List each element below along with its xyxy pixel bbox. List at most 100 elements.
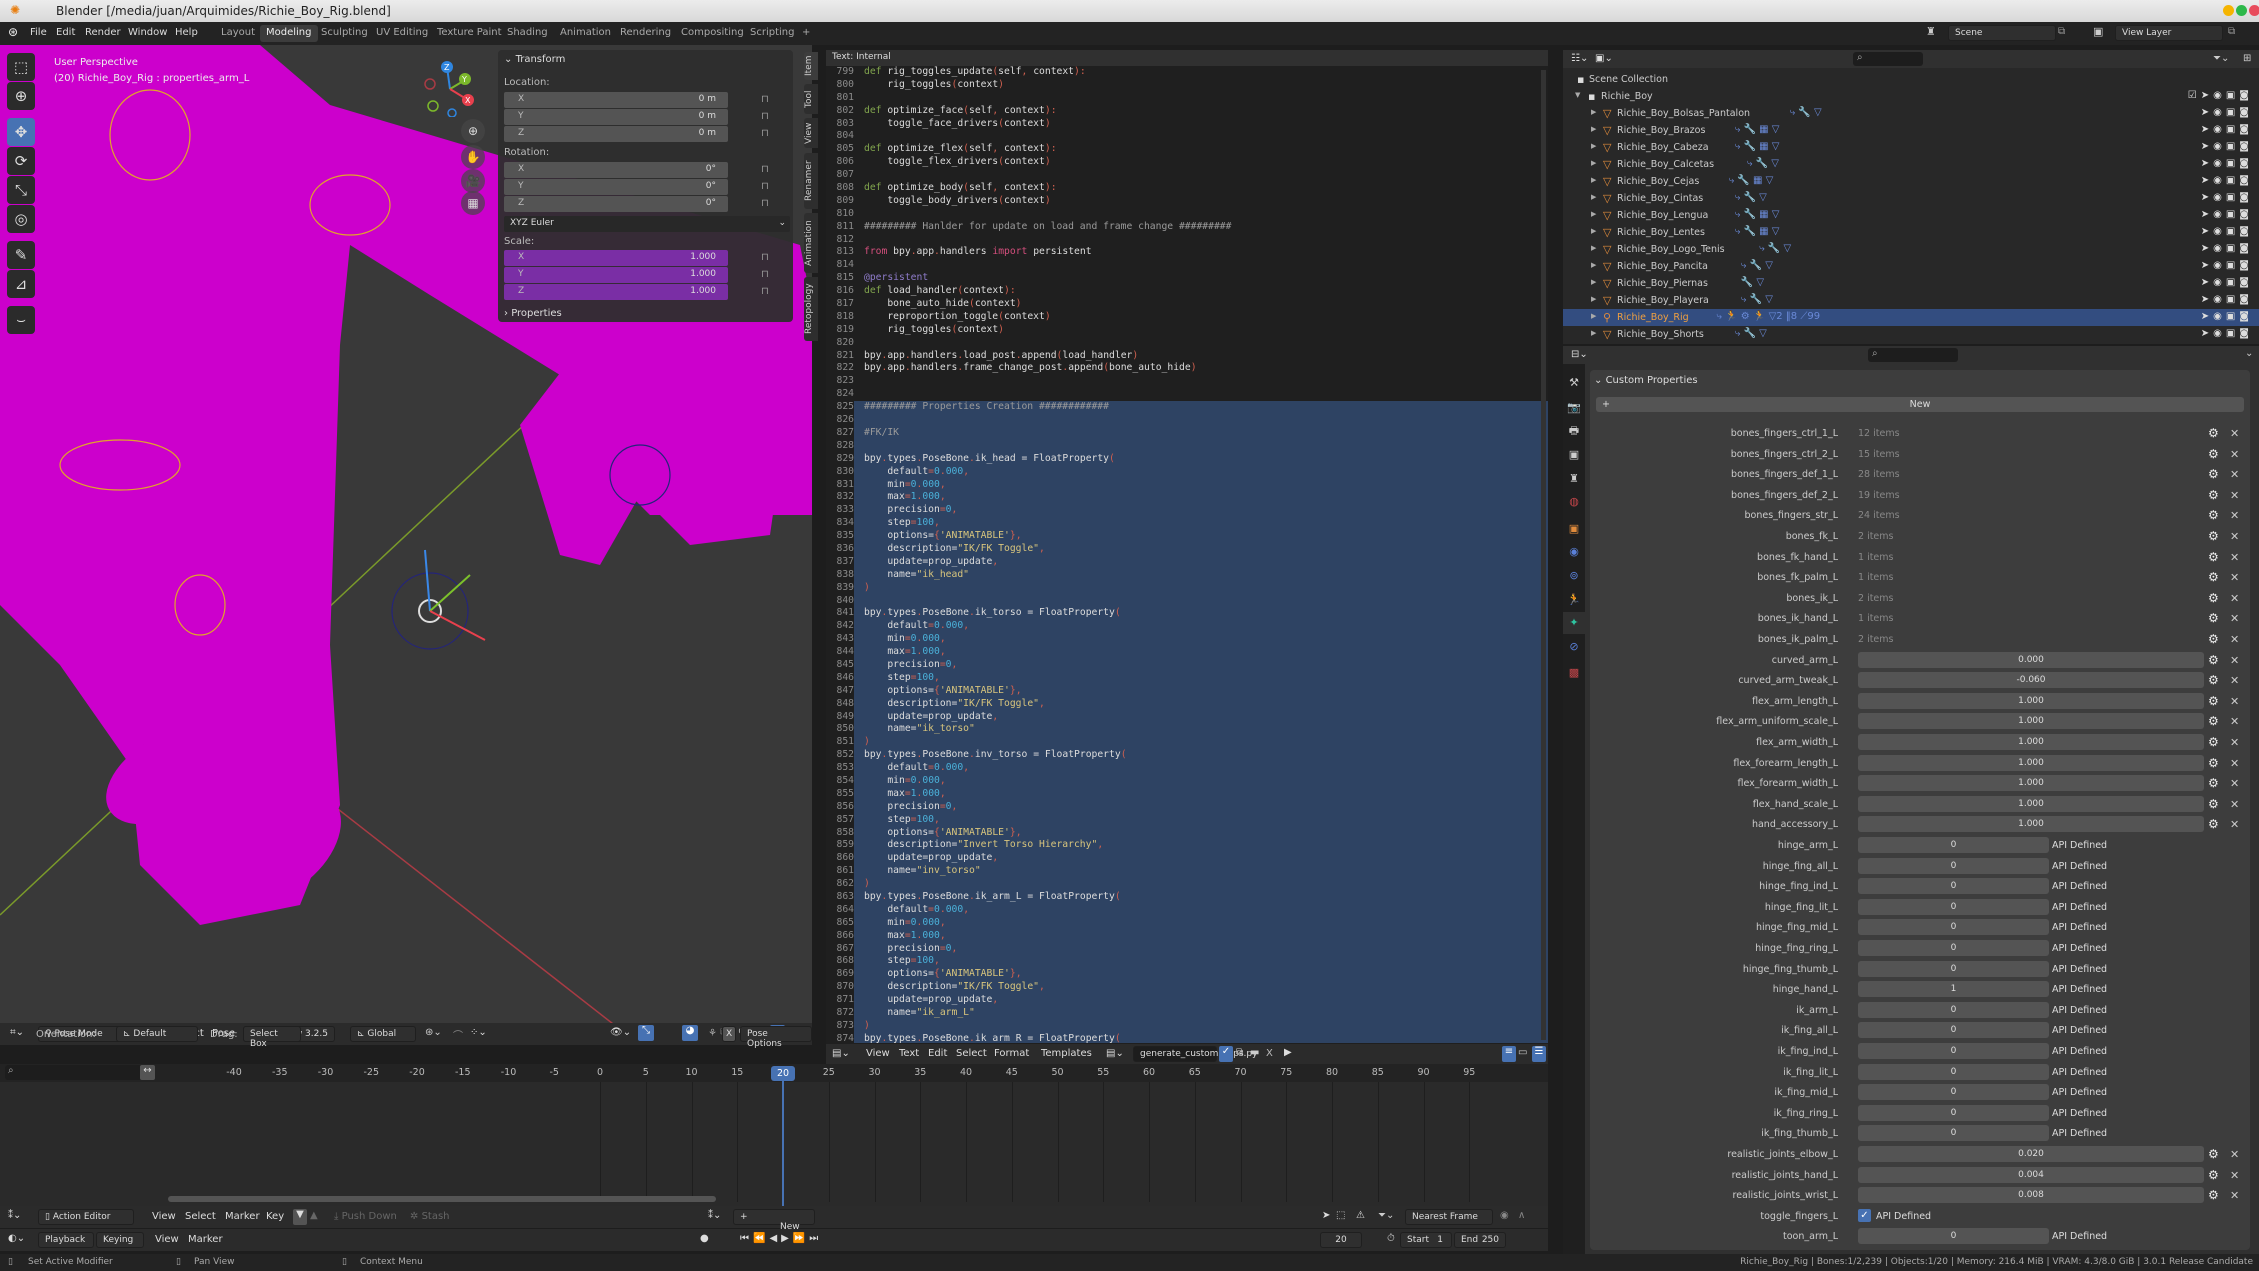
close-icon[interactable]: ✕ [2230,1189,2239,1202]
modifier-icons[interactable]: ⤷ 🔧 ▦ ▽ [1735,124,1780,135]
code-line[interactable]: 817 bone_auto_hide(context) [826,298,1548,311]
code-line[interactable]: 818 reproportion_toggle(context) [826,311,1548,324]
close-icon[interactable]: ✕ [2230,592,2239,605]
visibility-toggles[interactable]: ➤◉▣◙ [2201,192,2253,203]
modifier-icons[interactable]: ⤷ 🔧 ▦ ▽ [1735,141,1780,152]
word-wrap-toggle-icon[interactable]: ▭ [1518,1047,1527,1058]
close-icon[interactable]: ✕ [2230,427,2239,440]
action-browse-icon[interactable]: ⁑⌄ [708,1210,721,1221]
expand-arrow-icon[interactable]: ▶ [1591,159,1596,167]
gear-icon[interactable]: ⚙ [2208,467,2219,481]
code-line[interactable]: 849 update=prop_update, [826,710,1548,724]
show-errors-icon[interactable]: ⚠ [1356,1210,1365,1221]
expand-arrow-icon[interactable]: ▶ [1591,312,1596,320]
object-tab-icon[interactable]: ▣ [1563,518,1585,540]
outliner-object-row[interactable]: ▶ ▽ Richie_Boy_Cabeza ⤷ 🔧 ▦ ▽ ➤◉▣◙ [1563,139,2259,156]
gear-icon[interactable]: ⚙ [2208,735,2219,749]
modifier-icons[interactable]: ⤷ 🔧 ▦ ▽ [1735,209,1780,220]
pivot-point-icon[interactable]: ⊛⌄ [425,1027,442,1038]
outliner-object-row[interactable]: ▶ ▽ Richie_Boy_Shorts ⤷ 🔧 ▽ ➤◉▣◙ [1563,326,2259,343]
close-icon[interactable]: ✕ [2230,468,2239,481]
menu-templates[interactable]: Templates [1041,1048,1092,1059]
bone-relax-tool[interactable]: ⌣ [7,306,35,334]
menu-select[interactable]: Select [185,1211,216,1222]
select-box-tool[interactable]: ⬚ [7,53,35,81]
code-line[interactable]: 865 min=0.000, [826,916,1548,930]
code-line[interactable]: 813 from bpy.app.handlers import persiste… [826,246,1548,259]
current-frame-indicator[interactable]: 20 [771,1066,795,1081]
code-line[interactable]: 841 bpy.types.PoseBone.ik_torso = FloatPr… [826,607,1548,621]
modifier-icons[interactable]: ⤷ 🔧 ▽ [1759,243,1791,254]
expand-arrow-icon[interactable]: ▶ [1591,227,1596,235]
code-line[interactable]: 815 @persistent [826,272,1548,285]
modifier-icons[interactable]: 🔧 ▽ [1741,277,1764,288]
visibility-toggles[interactable]: ☑➤◉▣◙ [2188,90,2253,101]
gear-icon[interactable]: ⚙ [2208,817,2219,831]
code-line[interactable]: 799 def rig_toggles_update(self, context)… [826,66,1548,79]
close-icon[interactable]: ✕ [2230,509,2239,522]
tab-modeling[interactable]: Modeling [260,25,318,42]
property-value-field[interactable]: 0 [1858,898,2049,915]
code-line[interactable]: 822 bpy.app.handlers.frame_change_post.ap… [826,362,1548,375]
modifier-icons[interactable]: ⤷ 🔧 ▽ [1735,192,1767,203]
tab-uv-editing[interactable]: UV Editing [370,25,434,42]
property-value-field[interactable]: 0 [1858,1022,2049,1039]
close-icon[interactable]: ✕ [2230,654,2239,667]
gear-icon[interactable]: ⚙ [2208,426,2219,440]
code-line[interactable]: 855 max=1.000, [826,787,1548,801]
property-value-field[interactable]: 1.000 [1858,775,2204,792]
expand-arrow-icon[interactable]: ▶ [1591,295,1596,303]
editor-type-icon[interactable]: ☷⌄ [1571,53,1588,64]
visibility-toggles[interactable]: ➤◉▣◙ [2201,107,2253,118]
outliner-scene-collection[interactable]: ▪ Scene Collection [1563,71,2259,88]
expand-arrow-icon[interactable]: ▶ [1591,193,1596,201]
visibility-toggles[interactable]: ➤◉▣◙ [2201,226,2253,237]
gear-icon[interactable]: ⚙ [2208,570,2219,584]
only-selected-icon[interactable]: ➤ [1322,1210,1330,1221]
gear-icon[interactable]: ⚙ [2208,447,2219,461]
drag-dropdown[interactable]: Select Box [243,1026,301,1049]
property-value-field[interactable]: 1 [1858,981,2049,998]
bone-tab-icon[interactable]: ✦ [1563,612,1585,634]
code-line[interactable]: 801 [826,92,1548,105]
code-line[interactable]: 831 min=0.000, [826,478,1548,492]
outliner-object-row[interactable]: ▶ ▽ Richie_Boy_Playera ⤷ 🔧 ▽ ➤◉▣◙ [1563,292,2259,309]
property-value-field[interactable]: 0 [1858,919,2049,936]
show-hidden-icon[interactable]: ⬚ [1336,1210,1345,1221]
tab-sculpting[interactable]: Sculpting [315,25,374,42]
start-frame-field[interactable]: Start 1 [1400,1232,1452,1248]
editor-type-icon[interactable]: ⁑⌄ [8,1210,21,1221]
code-line[interactable]: 828 [826,439,1548,453]
outliner-object-row[interactable]: ▶ ▽ Richie_Boy_Lentes ⤷ 🔧 ▦ ▽ ➤◉▣◙ [1563,224,2259,241]
property-value-field[interactable]: 0 [1858,1063,2049,1080]
tab-layout[interactable]: Layout [215,25,261,42]
location-x-field[interactable]: X 0 m [504,92,728,108]
property-value-field[interactable]: 0 [1858,1228,2049,1245]
code-line[interactable]: 866 max=1.000, [826,929,1548,943]
visibility-toggles[interactable]: ➤◉▣◙ [2201,124,2253,135]
action-up-icon[interactable]: ▲ [310,1210,318,1221]
view-layer-tab-icon[interactable]: ▣ [1563,444,1585,466]
rotate-tool[interactable]: ⟳ [7,147,35,175]
code-line[interactable]: 851) [826,736,1548,750]
property-value-field[interactable]: 1.000 [1858,754,2204,771]
code-line[interactable]: 804 [826,130,1548,143]
npanel-tab-item[interactable]: Item [804,52,818,80]
lock-icon[interactable]: ⊓ [761,198,769,209]
menu-text[interactable]: Text [899,1048,919,1059]
new-view-layer-icon[interactable]: ⧉ [2228,26,2235,37]
transform-tool[interactable]: ◎ [7,205,35,233]
code-line[interactable]: 857 step=100, [826,813,1548,827]
expand-arrow-icon[interactable]: ▶ [1591,278,1596,286]
code-line[interactable]: 812 [826,234,1548,247]
outliner-search-input[interactable]: ⌕ [1853,52,1923,66]
code-line[interactable]: 864 default=0.000, [826,903,1548,917]
add-workspace-button[interactable]: + [796,25,816,42]
property-value-field[interactable]: 0 [1858,940,2049,956]
playhead[interactable] [782,1066,784,1216]
rotation-x-field[interactable]: X 0° [504,162,728,178]
expand-arrow-icon[interactable]: ▶ [1591,244,1596,252]
code-line[interactable]: 823 [826,375,1548,388]
property-value-field[interactable]: 0 [1858,960,2049,977]
close-button[interactable] [2249,5,2259,16]
